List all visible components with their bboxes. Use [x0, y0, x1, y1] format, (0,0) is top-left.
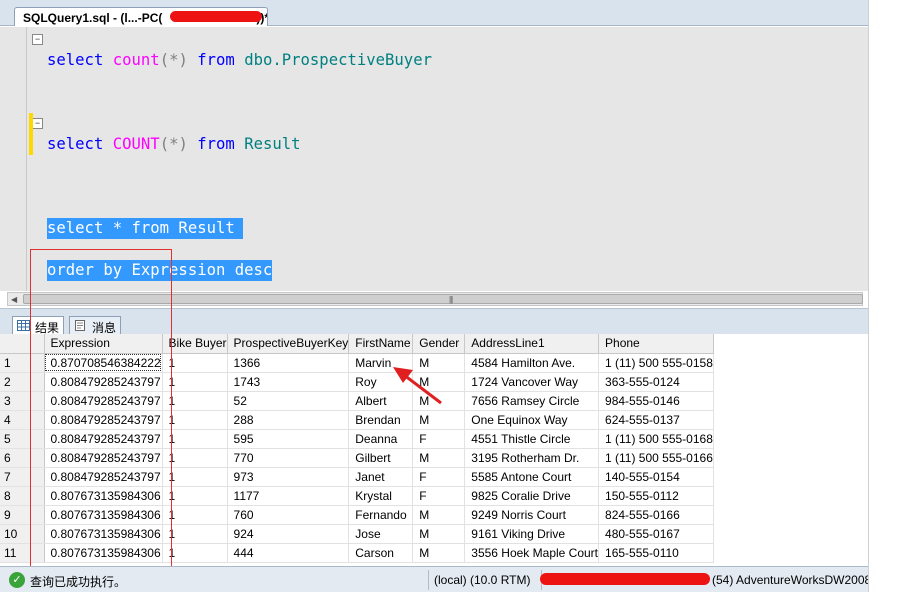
success-icon: ✓ — [9, 572, 25, 588]
ssms-window: SQLQuery1.sql - (l...-PC())* − − select … — [0, 0, 899, 592]
status-divider — [428, 570, 429, 590]
redaction-mark — [540, 573, 710, 585]
right-margin — [868, 0, 899, 592]
window-edge — [868, 0, 869, 592]
annotation-arrow-icon — [393, 367, 442, 405]
status-server: (local) (10.0 RTM) — [434, 573, 531, 587]
status-message: 查询已成功执行。 — [30, 575, 127, 589]
status-bar: ✓ 查询已成功执行。 (local) (10.0 RTM) (54) Adven… — [0, 566, 880, 592]
status-database: (54) AdventureWorksDW2008R — [712, 573, 880, 587]
